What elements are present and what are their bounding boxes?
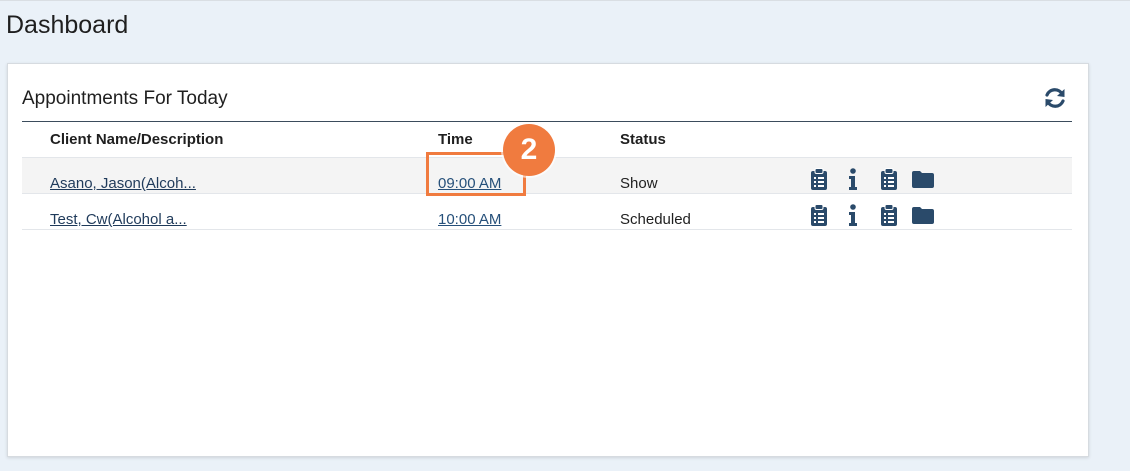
status-text: Show — [620, 175, 658, 192]
info-icon[interactable] — [848, 168, 858, 195]
panel-title: Appointments For Today — [22, 88, 228, 109]
clipboard-list-icon[interactable] — [810, 204, 828, 231]
column-header-client[interactable]: Client Name/Description — [50, 131, 223, 148]
folder-icon[interactable] — [912, 170, 934, 193]
clipboard-list-icon[interactable] — [810, 168, 828, 195]
clipboard-list-icon[interactable] — [880, 204, 898, 231]
table-row: Test, Cw(Alcohol a... 10:00 AM Scheduled — [22, 194, 1072, 230]
client-link[interactable]: Test, Cw(Alcohol a... — [50, 211, 187, 228]
clipboard-list-icon[interactable] — [880, 168, 898, 195]
folder-icon[interactable] — [912, 206, 934, 229]
client-link[interactable]: Asano, Jason(Alcoh... — [50, 175, 196, 192]
column-header-status[interactable]: Status — [620, 131, 666, 148]
column-header-time[interactable]: Time — [438, 131, 473, 148]
appointment-time-link[interactable]: 10:00 AM — [438, 211, 501, 228]
page-title: Dashboard — [6, 11, 129, 39]
info-icon[interactable] — [848, 204, 858, 231]
step-number-badge: 2 — [503, 124, 555, 176]
appointments-panel: Appointments For Today Client Name/Descr… — [7, 63, 1089, 457]
refresh-icon[interactable] — [1042, 85, 1068, 111]
status-text: Scheduled — [620, 211, 691, 228]
top-divider — [0, 0, 1130, 1]
